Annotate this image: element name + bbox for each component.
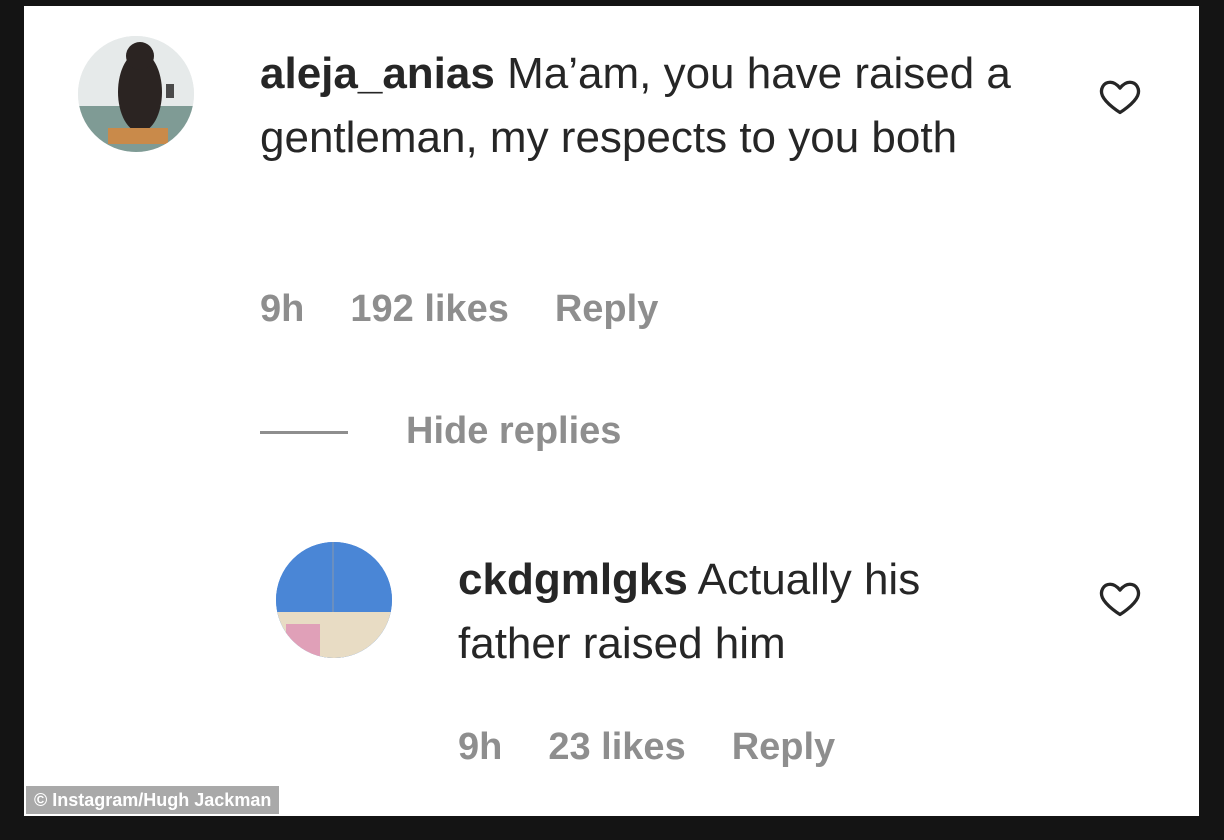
heart-icon[interactable] <box>1098 576 1142 620</box>
reply-button[interactable]: Reply <box>732 726 835 769</box>
comment-time: 9h <box>458 726 503 768</box>
image-frame: aleja_anias Ma’am, you have raised a gen… <box>0 0 1224 840</box>
comment-body: ckdgmlgks Actually his father raised him <box>458 548 1018 676</box>
like-count[interactable]: 23 likes <box>548 726 685 769</box>
avatar-photo <box>276 542 392 658</box>
replies-divider <box>260 431 348 434</box>
avatar-photo <box>78 36 194 152</box>
heart-icon[interactable] <box>1098 74 1142 118</box>
comment-meta: 9h 192 likes Reply <box>260 288 658 331</box>
image-credit: © Instagram/Hugh Jackman <box>26 786 280 814</box>
comment-meta: 9h 23 likes Reply <box>458 726 835 769</box>
hide-replies-button[interactable]: Hide replies <box>406 410 621 453</box>
comment-time: 9h <box>260 288 305 330</box>
comment-body: aleja_anias Ma’am, you have raised a gen… <box>260 42 1020 170</box>
comment-thread: aleja_anias Ma’am, you have raised a gen… <box>24 6 1199 816</box>
comment-username[interactable]: aleja_anias <box>260 49 495 98</box>
avatar[interactable] <box>276 542 392 658</box>
comment-username[interactable]: ckdgmlgks <box>458 555 688 604</box>
like-count[interactable]: 192 likes <box>350 288 508 331</box>
avatar[interactable] <box>78 36 194 152</box>
reply-button[interactable]: Reply <box>555 288 658 331</box>
